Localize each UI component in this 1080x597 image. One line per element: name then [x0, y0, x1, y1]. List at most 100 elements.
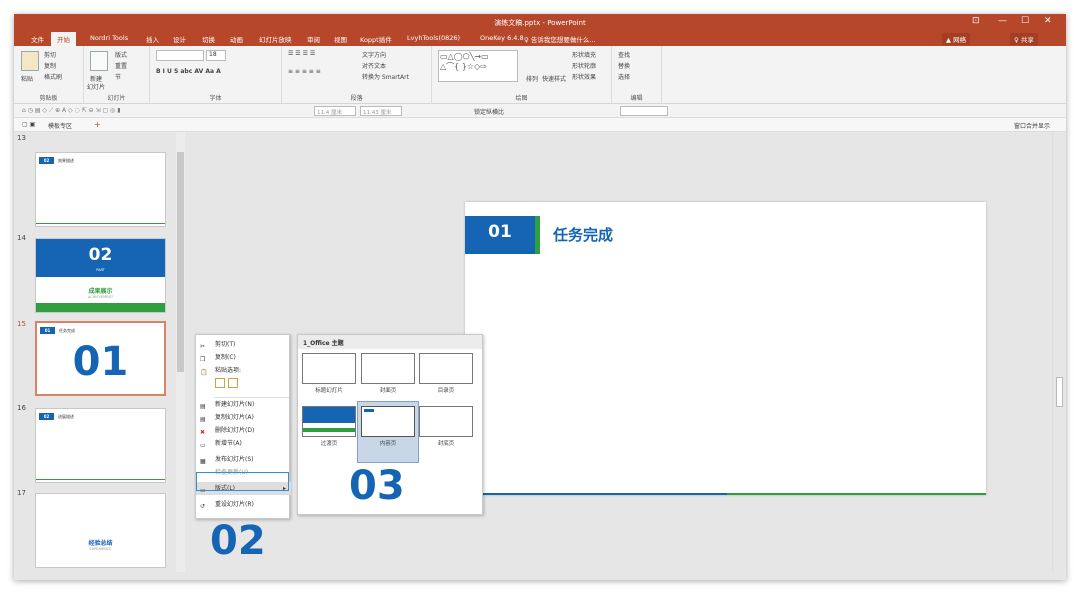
shape-width-box[interactable]: 11.4 厘米	[314, 106, 356, 116]
qat-icons[interactable]: ⌂ ◷ ▤ ◇ ⟋ ⊕ A ◇ ◌ ⇱ ⊖ ⇲ ▢ ◎ ▮	[22, 107, 121, 115]
editing-group: 查找 替换 选择 编辑	[612, 46, 662, 104]
layout-title-slide[interactable]	[302, 353, 356, 384]
font-style-buttons[interactable]: B I U S abc AV Aa A	[156, 68, 221, 75]
format-painter-button[interactable]: 格式刷	[44, 72, 62, 81]
layout-label: 封底页	[437, 441, 455, 447]
cut-button[interactable]: 剪切	[44, 50, 56, 59]
tab-file[interactable]: 文件	[31, 34, 44, 44]
tab-review[interactable]: 审阅	[307, 34, 320, 44]
shapes-gallery[interactable]: ▭△◯⬠╲→▭ △⌒{ }☆◇⇨	[438, 50, 518, 82]
window-title: 演练文稿.pptx - PowerPoint	[494, 19, 586, 27]
paragraph-group: ☰ ☰ ☰ ☰ ≡ ≡ ≡ ≡ ≡ 文字方向 对齐文本 转换为 SmartArt…	[282, 46, 432, 104]
tell-me-search[interactable]: ♀ 告诉我您想要做什么...	[524, 34, 596, 44]
reset-button[interactable]: 重置	[115, 61, 127, 70]
menu-label: 发布幻灯片(S)	[215, 456, 254, 463]
close-button[interactable]: ✕	[1044, 16, 1052, 26]
layout-label: 目录页	[437, 388, 455, 394]
layout-label: 标题幻灯片	[315, 388, 343, 394]
tab-insert[interactable]: 插入	[146, 34, 159, 44]
merge-windows-button[interactable]: 窗口合并显示	[1014, 121, 1050, 130]
tab-slideshow[interactable]: 幻灯片放映	[259, 34, 292, 44]
publish-icon: ▦	[200, 458, 206, 465]
find-button[interactable]: 查找	[618, 50, 630, 59]
menu-item-new-slide[interactable]: ▤ 新建幻灯片(N)	[196, 398, 291, 411]
ribbon-display-button[interactable]: ⊡	[972, 16, 980, 26]
tab-transitions[interactable]: 切换	[202, 34, 215, 44]
section-button[interactable]: 节	[115, 72, 121, 81]
layout-cover-page[interactable]	[361, 353, 415, 384]
doc-tab-icons[interactable]: ▢ ▣	[22, 121, 35, 128]
color-box[interactable]	[620, 106, 668, 116]
slide-chip: 01	[40, 327, 55, 334]
menu-label: 新增节(A)	[215, 440, 242, 447]
menu-item-publish-slides[interactable]: ▦ 发布幻灯片(S)	[196, 453, 291, 466]
editor-scrollbar[interactable]	[1052, 132, 1066, 580]
scrollbar-thumb[interactable]	[1056, 377, 1063, 407]
tab-koppt[interactable]: Koppt插件	[360, 34, 392, 44]
tab-lvyhtools[interactable]: LvyhTools(0826)	[407, 34, 460, 42]
tab-home[interactable]: 开始	[51, 32, 76, 46]
paste-picture-icon[interactable]	[228, 378, 238, 388]
shape-fill-button[interactable]: 形状填充	[572, 50, 596, 59]
minimize-button[interactable]: —	[998, 16, 1007, 26]
select-button[interactable]: 选择	[618, 72, 630, 81]
account-warning[interactable]: ▲ 网络	[942, 33, 971, 45]
shape-outline-button[interactable]: 形状轮廓	[572, 61, 596, 70]
font-name-box[interactable]	[156, 50, 204, 61]
scrollbar-thumb[interactable]	[177, 152, 184, 372]
tab-animations[interactable]: 动画	[230, 34, 243, 44]
title-bar: 演练文稿.pptx - PowerPoint ⊡ — ☐ ✕	[14, 14, 1066, 31]
layout-content-page[interactable]	[361, 406, 415, 437]
paste-keep-icon[interactable]	[215, 378, 225, 388]
text-direction-button[interactable]: 文字方向	[362, 50, 386, 59]
layout-toc-page[interactable]	[419, 353, 473, 384]
menu-item-add-section[interactable]: ▭ 新增节(A)	[196, 437, 291, 450]
slide-thumbnail-16[interactable]: 02 进展描述	[35, 408, 166, 483]
slide-thumbnail-14[interactable]: 02 PART 成果展示 ACHIEVEMENT	[35, 238, 166, 313]
list-buttons[interactable]: ☰ ☰ ☰ ☰	[288, 50, 315, 57]
paste-icon[interactable]	[21, 51, 39, 71]
quick-styles-button[interactable]: 快速样式	[542, 74, 566, 83]
shape-effects-button[interactable]: 形状效果	[572, 72, 596, 81]
menu-item-reset-slide[interactable]: ↺ 重设幻灯片(R)	[196, 498, 291, 511]
layout-back-cover[interactable]	[419, 406, 473, 437]
paste-option-buttons[interactable]	[196, 378, 291, 394]
menu-item-delete-slide[interactable]: ✖ 删除幻灯片(D)	[196, 424, 291, 437]
copy-button[interactable]: 复制	[44, 61, 56, 70]
shape-height-box[interactable]: 11.43 厘米	[360, 106, 402, 116]
tab-design[interactable]: 设计	[173, 34, 186, 44]
layout-button[interactable]: 版式	[115, 50, 127, 59]
slide-thumbnail-panel: 13 02 效果描述 14 02 PART 成果展示 ACHIEVEMENT 1…	[14, 132, 186, 580]
layout-label: 内容页	[379, 441, 397, 447]
maximize-button[interactable]: ☐	[1021, 16, 1029, 26]
slide-title[interactable]: 任务完成	[553, 224, 613, 245]
lock-aspect-checkbox[interactable]: 锁定纵横比	[474, 107, 504, 116]
ribbon-tabs: 文件 开始 Nordri Tools 插入 设计 切换 动画 幻灯片放映 审阅 …	[14, 31, 1066, 46]
convert-smartart-button[interactable]: 转换为 SmartArt	[362, 72, 409, 81]
tab-nordri-tools[interactable]: Nordri Tools	[90, 34, 128, 42]
align-buttons[interactable]: ≡ ≡ ≡ ≡ ≡	[288, 68, 321, 75]
slide-thumbnail-17[interactable]: 经验总结 EXPERIENCE	[35, 493, 166, 568]
current-slide[interactable]: 01 任务完成	[465, 202, 986, 495]
arrange-button[interactable]: 排列	[526, 74, 538, 83]
slide-header-accent	[535, 216, 540, 254]
slide-thumbnail-15[interactable]: 01 任务完成 01	[35, 321, 166, 396]
menu-item-copy[interactable]: ❐ 复制(C)	[196, 351, 291, 364]
paste-icon: 📋	[200, 369, 208, 376]
menu-item-cut[interactable]: ✂ 剪切(T)	[196, 338, 291, 351]
tab-view[interactable]: 视图	[334, 34, 347, 44]
menu-item-duplicate-slide[interactable]: ▤ 复制幻灯片(A)	[196, 411, 291, 424]
layout-transition-page[interactable]	[302, 406, 356, 437]
tab-onekey[interactable]: OneKey 6.4.8	[480, 34, 524, 42]
slide-thumbnail-13[interactable]: 02 效果描述	[35, 152, 166, 227]
new-slide-icon[interactable]	[90, 51, 108, 71]
font-size-box[interactable]: 18	[206, 50, 226, 61]
add-tab-button[interactable]: +	[94, 120, 101, 129]
slide-big-number: 02	[88, 245, 113, 265]
slide-title: 成果展示	[88, 288, 113, 295]
thumbnail-scrollbar[interactable]	[176, 132, 185, 580]
replace-button[interactable]: 替换	[618, 61, 630, 70]
template-zone-tab[interactable]: 模板专区	[48, 121, 72, 130]
align-text-button[interactable]: 对齐文本	[362, 61, 386, 70]
share-button[interactable]: ♀ 共享	[1010, 33, 1038, 45]
